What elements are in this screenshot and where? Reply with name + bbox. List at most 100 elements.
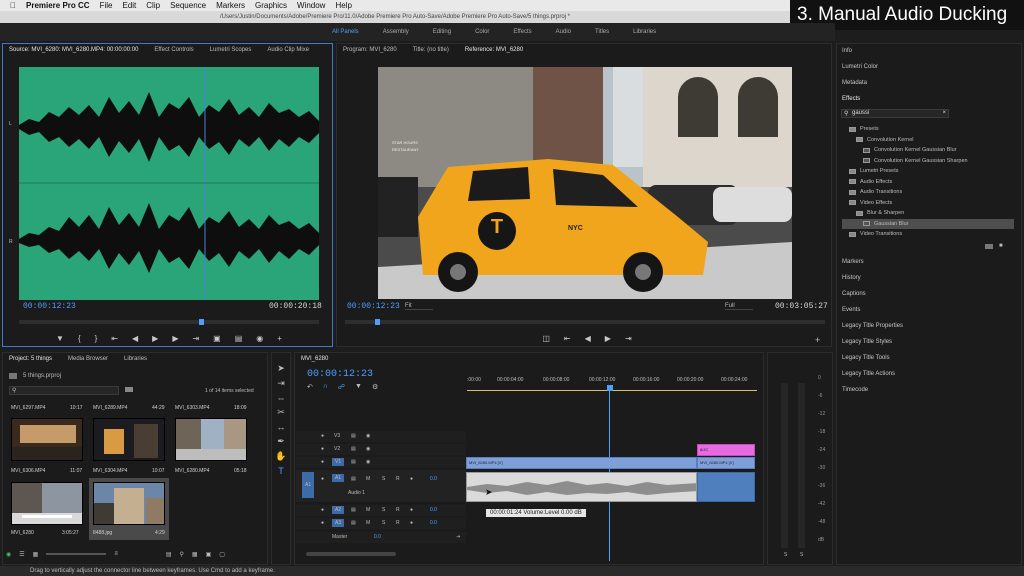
menu-help[interactable]: Help: [335, 1, 351, 10]
source-playhead[interactable]: [199, 319, 204, 325]
lock-icon[interactable]: ●: [321, 476, 324, 482]
effects-tree-item[interactable]: Audio Effects: [842, 177, 1014, 188]
eye-icon[interactable]: ◉: [366, 459, 370, 465]
effects-tree-item[interactable]: Video Transitions: [842, 229, 1014, 240]
selection-tool-icon[interactable]: ➤: [277, 363, 285, 374]
effects-tree-item[interactable]: Video Effects: [842, 198, 1014, 209]
mark-in-icon[interactable]: {: [78, 334, 81, 343]
workspace-all-panels[interactable]: All Panels: [332, 29, 359, 35]
workspace-editing[interactable]: Editing: [433, 29, 451, 35]
go-to-end-icon[interactable]: ⇥: [456, 534, 460, 540]
new-item-icon[interactable]: ▣: [206, 551, 212, 558]
timeline-zoom-scroll[interactable]: [306, 552, 396, 556]
menu-graphics[interactable]: Graphics: [255, 1, 287, 10]
sync-lock-icon[interactable]: ▤: [351, 507, 356, 513]
timeline-playhead-head[interactable]: [607, 385, 613, 391]
mark-out-icon[interactable]: }: [95, 334, 98, 343]
automate-icon[interactable]: ▤: [166, 551, 172, 558]
add-button-icon[interactable]: +: [815, 335, 820, 345]
new-bin-icon[interactable]: [125, 387, 133, 392]
menu-edit[interactable]: Edit: [122, 1, 136, 10]
eye-icon[interactable]: ◉: [366, 433, 370, 439]
panel-legacy-title-tools[interactable]: Legacy Title Tools: [842, 355, 890, 361]
effects-tree-item[interactable]: Convolution Kernel: [842, 135, 1014, 146]
record-button[interactable]: R: [396, 507, 400, 513]
slip-tool-icon[interactable]: ↔: [277, 422, 286, 432]
meter-solo-left[interactable]: S: [784, 552, 787, 558]
apple-icon[interactable]: : [10, 1, 16, 10]
workspace-color[interactable]: Color: [475, 29, 489, 35]
solo-button[interactable]: S: [382, 520, 385, 526]
panel-lumetri-color[interactable]: Lumetri Color: [842, 64, 878, 70]
panel-captions[interactable]: Captions: [842, 291, 866, 297]
go-to-in-icon[interactable]: ⇤: [111, 334, 118, 343]
snap-icon[interactable]: ∩: [323, 383, 328, 391]
razor-icon[interactable]: ✂: [277, 407, 285, 418]
nest-icon[interactable]: ↶: [307, 383, 313, 391]
record-button[interactable]: R: [396, 476, 400, 482]
mute-button[interactable]: M: [366, 520, 370, 526]
clip-v2-title[interactable]: 8/JC: [697, 444, 755, 456]
export-frame-icon[interactable]: ◉: [256, 334, 263, 343]
step-back-icon[interactable]: ◀: [132, 334, 138, 343]
master-volume[interactable]: 0.0: [374, 534, 381, 540]
tab-audio-clip-mixer[interactable]: Audio Clip Mixe: [267, 47, 309, 53]
compare-icon[interactable]: ◫: [542, 334, 550, 343]
effects-title[interactable]: Effects: [842, 96, 860, 102]
thumb-8488[interactable]: [93, 482, 165, 525]
meter-solo-right[interactable]: S: [800, 552, 803, 558]
marker-icon[interactable]: ▼: [56, 334, 64, 343]
quality-select[interactable]: Full: [725, 303, 753, 310]
program-timecode[interactable]: 00:00:12:23: [347, 302, 400, 311]
track-volume[interactable]: 0.0: [430, 507, 437, 513]
tab-sequence[interactable]: MVI_6280: [301, 356, 328, 362]
track-select-icon[interactable]: ⇥: [277, 378, 285, 389]
mic-icon[interactable]: ●: [410, 520, 413, 526]
go-to-out-icon[interactable]: ⇥: [192, 334, 199, 343]
panel-history[interactable]: History: [842, 275, 861, 281]
sync-lock-icon[interactable]: ▤: [351, 520, 356, 526]
step-back-icon[interactable]: ◀: [585, 334, 591, 343]
add-marker-icon[interactable]: ▼: [355, 383, 362, 391]
new-bin-icon[interactable]: [985, 244, 993, 249]
panel-timecode[interactable]: Timecode: [842, 387, 868, 393]
go-to-out-icon[interactable]: ⇥: [625, 334, 632, 343]
lock-icon[interactable]: ●: [321, 433, 324, 439]
sync-lock-icon[interactable]: ▤: [351, 433, 356, 439]
menu-markers[interactable]: Markers: [216, 1, 245, 10]
lock-icon[interactable]: ●: [321, 446, 324, 452]
thumb-mvi-6303[interactable]: [175, 418, 247, 461]
effects-tree-item[interactable]: Blur & Sharpen: [842, 208, 1014, 219]
menu-window[interactable]: Window: [297, 1, 325, 10]
wrench-icon[interactable]: ⚙: [372, 383, 378, 391]
workspace-libraries[interactable]: Libraries: [633, 29, 656, 35]
clip-v1-a[interactable]: MVI_6280.MP4 [V]: [466, 457, 697, 469]
timeline-timecode[interactable]: 00:00:12:23: [307, 369, 373, 380]
icon-view-icon[interactable]: ▦: [33, 551, 39, 558]
sync-lock-icon[interactable]: ▤: [351, 459, 356, 465]
menu-sequence[interactable]: Sequence: [170, 1, 206, 10]
mute-button[interactable]: M: [366, 507, 370, 513]
source-patch-a1[interactable]: A1: [302, 472, 315, 498]
menu-clip[interactable]: Clip: [146, 1, 160, 10]
fit-select[interactable]: Fit: [405, 303, 433, 310]
track-a2-label[interactable]: A2: [332, 506, 345, 514]
effects-search-input[interactable]: ⚲ gaussi ×: [841, 109, 949, 118]
insert-icon[interactable]: ▣: [213, 334, 221, 343]
workspace-effects[interactable]: Effects: [513, 29, 531, 35]
mic-icon[interactable]: ●: [410, 476, 413, 482]
overwrite-icon[interactable]: ▤: [235, 334, 243, 343]
hand-tool-icon[interactable]: ✋: [275, 451, 286, 462]
effects-tree-item[interactable]: Gaussian Blur: [842, 218, 1014, 229]
program-video-frame[interactable]: T NYC STAR HOURS RESTAURANT: [378, 67, 792, 299]
tab-effect-controls[interactable]: Effect Controls: [154, 47, 193, 53]
tab-media-browser[interactable]: Media Browser: [68, 356, 108, 362]
sync-lock-icon[interactable]: ▤: [351, 446, 356, 452]
track-v1-label[interactable]: V1: [332, 458, 345, 466]
tab-program[interactable]: Program: MVI_6280: [343, 47, 397, 53]
new-bin-icon[interactable]: ▦: [192, 551, 198, 558]
tab-title[interactable]: Title: (no title): [413, 47, 449, 53]
thumb-mvi-6289[interactable]: [93, 418, 165, 461]
sync-lock-icon[interactable]: ▤: [351, 476, 356, 482]
panel-info[interactable]: Info: [842, 48, 852, 54]
